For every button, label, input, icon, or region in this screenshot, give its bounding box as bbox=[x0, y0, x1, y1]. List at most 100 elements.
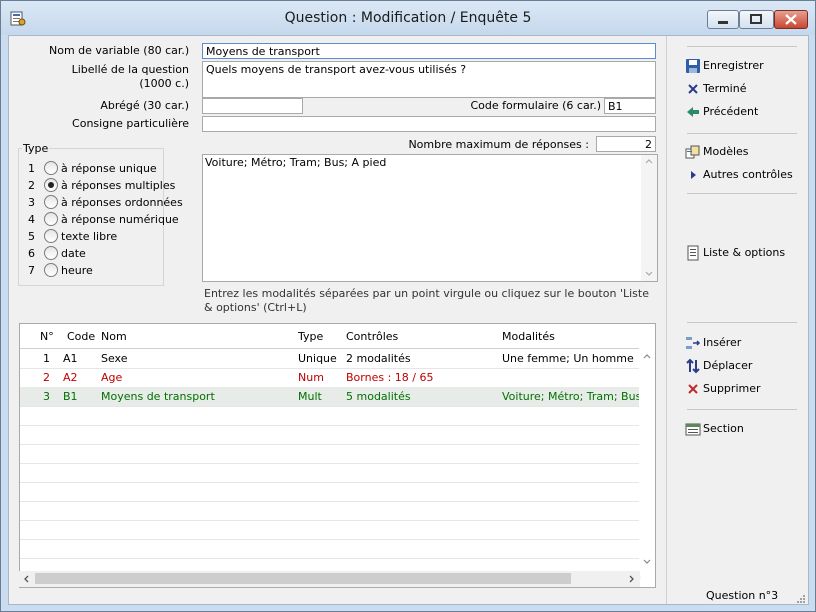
maximize-button[interactable] bbox=[739, 10, 774, 29]
separator bbox=[687, 409, 797, 410]
varname-field[interactable]: Moyens de transport bbox=[202, 43, 656, 59]
section-icon bbox=[685, 423, 701, 436]
type-option-label: heure bbox=[61, 264, 93, 277]
cell-n: 3 bbox=[43, 390, 50, 403]
radio-button[interactable] bbox=[44, 195, 58, 209]
radio-button[interactable] bbox=[44, 161, 58, 175]
header-num[interactable]: N° bbox=[40, 330, 54, 343]
modalites-hint: Entrez les modalités séparées par un poi… bbox=[204, 287, 649, 314]
table-row[interactable] bbox=[20, 520, 641, 540]
consigne-label: Consigne particulière bbox=[72, 117, 189, 130]
insert-icon bbox=[686, 337, 701, 349]
minimize-icon bbox=[718, 21, 728, 24]
table-row[interactable] bbox=[20, 539, 641, 559]
maximize-icon bbox=[750, 14, 762, 24]
separator bbox=[687, 322, 797, 323]
table-header: N° Code Nom Type Contrôles Modalités bbox=[20, 324, 641, 349]
cell-n: 1 bbox=[43, 352, 50, 365]
cell-type: Num bbox=[298, 371, 324, 384]
minimize-button[interactable] bbox=[707, 10, 739, 29]
table-row[interactable] bbox=[20, 501, 641, 521]
radio-selected-dot bbox=[48, 182, 54, 188]
type-option-label: texte libre bbox=[61, 230, 118, 243]
type-option-number: 6 bbox=[28, 247, 35, 260]
type-option-label: à réponse numérique bbox=[61, 213, 179, 226]
abrege-label: Abrégé (30 car.) bbox=[100, 99, 189, 112]
libelle-field[interactable]: Quels moyens de transport avez-vous util… bbox=[202, 61, 656, 98]
libelle-label: Libellé de la question bbox=[71, 63, 189, 76]
templates-icon bbox=[685, 145, 700, 159]
max-responses-label: Nombre maximum de réponses : bbox=[408, 138, 589, 151]
header-controles[interactable]: Contrôles bbox=[346, 330, 398, 343]
radio-button[interactable] bbox=[44, 212, 58, 226]
cell-nom: Moyens de transport bbox=[101, 390, 215, 403]
status-text: Question n°3 bbox=[706, 589, 779, 602]
move-icon bbox=[686, 358, 700, 374]
max-responses-field[interactable]: 2 bbox=[596, 136, 656, 152]
close-icon bbox=[785, 14, 797, 25]
table-vscrollbar[interactable] bbox=[639, 324, 655, 572]
client-area: Nom de variable (80 car.) Moyens de tran… bbox=[8, 35, 809, 605]
hscroll-thumb[interactable] bbox=[35, 573, 571, 584]
varname-label: Nom de variable (80 car.) bbox=[49, 44, 190, 57]
cell-modalites: Voiture; Métro; Tram; Bus; A bbox=[502, 390, 640, 403]
table-row[interactable] bbox=[20, 444, 641, 464]
cell-type: Mult bbox=[298, 390, 322, 403]
resize-grip-icon[interactable] bbox=[796, 594, 806, 604]
radio-button[interactable] bbox=[44, 178, 58, 192]
radio-button[interactable] bbox=[44, 263, 58, 277]
separator bbox=[687, 133, 797, 134]
code-field[interactable]: B1 bbox=[604, 98, 656, 114]
title-bar: Question : Modification / Enquête 5 bbox=[1, 1, 815, 35]
separator bbox=[687, 193, 797, 194]
type-option-number: 2 bbox=[28, 179, 35, 192]
header-code[interactable]: Code bbox=[67, 330, 95, 343]
cell-code: A1 bbox=[63, 352, 78, 365]
cell-controles: 2 modalités bbox=[346, 352, 411, 365]
cell-n: 2 bbox=[43, 371, 50, 384]
header-modalites[interactable]: Modalités bbox=[502, 330, 555, 343]
arrow-left-icon bbox=[687, 107, 699, 117]
table-row[interactable]: 2 A2 Age Num Bornes : 18 / 65 bbox=[20, 368, 641, 388]
cross-icon bbox=[688, 84, 698, 94]
cell-modalites: Une femme; Un homme bbox=[502, 352, 634, 365]
radio-button[interactable] bbox=[44, 246, 58, 260]
question-window: Question : Modification / Enquête 5 Nom … bbox=[0, 0, 816, 612]
actions-panel: Enregistrer Terminé Précédent Modèles Au… bbox=[666, 36, 808, 604]
code-label: Code formulaire (6 car.) bbox=[470, 99, 601, 112]
table-hscrollbar[interactable] bbox=[19, 571, 640, 587]
table-row[interactable] bbox=[20, 482, 641, 502]
table-row[interactable]: 1 A1 Sexe Unique 2 modalités Une femme; Un ho… bbox=[20, 349, 641, 369]
cell-code: A2 bbox=[63, 371, 78, 384]
type-option-label: à réponses ordonnées bbox=[61, 196, 183, 209]
table-row[interactable]: 3 B1 Moyens de transport Mult 5 modalités Voi… bbox=[20, 387, 641, 407]
libelle-label-limit: (1000 c.) bbox=[139, 77, 189, 90]
table-row[interactable] bbox=[20, 463, 641, 483]
type-option-label: à réponses multiples bbox=[61, 179, 176, 192]
cell-code: B1 bbox=[63, 390, 78, 403]
table-scroll-arrows-icon bbox=[643, 354, 651, 564]
separator bbox=[687, 46, 797, 47]
type-option-number: 3 bbox=[28, 196, 35, 209]
triangle-right-icon bbox=[691, 171, 696, 179]
table-row[interactable] bbox=[20, 425, 641, 445]
type-option-number: 1 bbox=[28, 162, 35, 175]
textarea-scrollbar[interactable] bbox=[641, 155, 657, 281]
radio-button[interactable] bbox=[44, 229, 58, 243]
delete-icon bbox=[688, 384, 698, 394]
table-row[interactable] bbox=[20, 406, 641, 426]
window-title: Question : Modification / Enquête 5 bbox=[284, 10, 532, 26]
questions-table[interactable]: N° Code Nom Type Contrôles Modalités 1 A1… bbox=[19, 323, 656, 588]
type-option-number: 5 bbox=[28, 230, 35, 243]
consigne-field[interactable] bbox=[202, 116, 656, 132]
cell-type: Unique bbox=[298, 352, 337, 365]
header-nom[interactable]: Nom bbox=[101, 330, 127, 343]
modalites-textarea[interactable]: Voiture; Métro; Tram; Bus; A pied bbox=[202, 154, 658, 282]
close-button[interactable] bbox=[774, 10, 808, 29]
type-option-label: à réponse unique bbox=[61, 162, 157, 175]
abrege-field[interactable] bbox=[202, 98, 303, 114]
cell-nom: Sexe bbox=[101, 352, 128, 365]
header-type[interactable]: Type bbox=[298, 330, 323, 343]
type-option-label: date bbox=[61, 247, 86, 260]
scroll-arrows-icon bbox=[645, 159, 653, 276]
